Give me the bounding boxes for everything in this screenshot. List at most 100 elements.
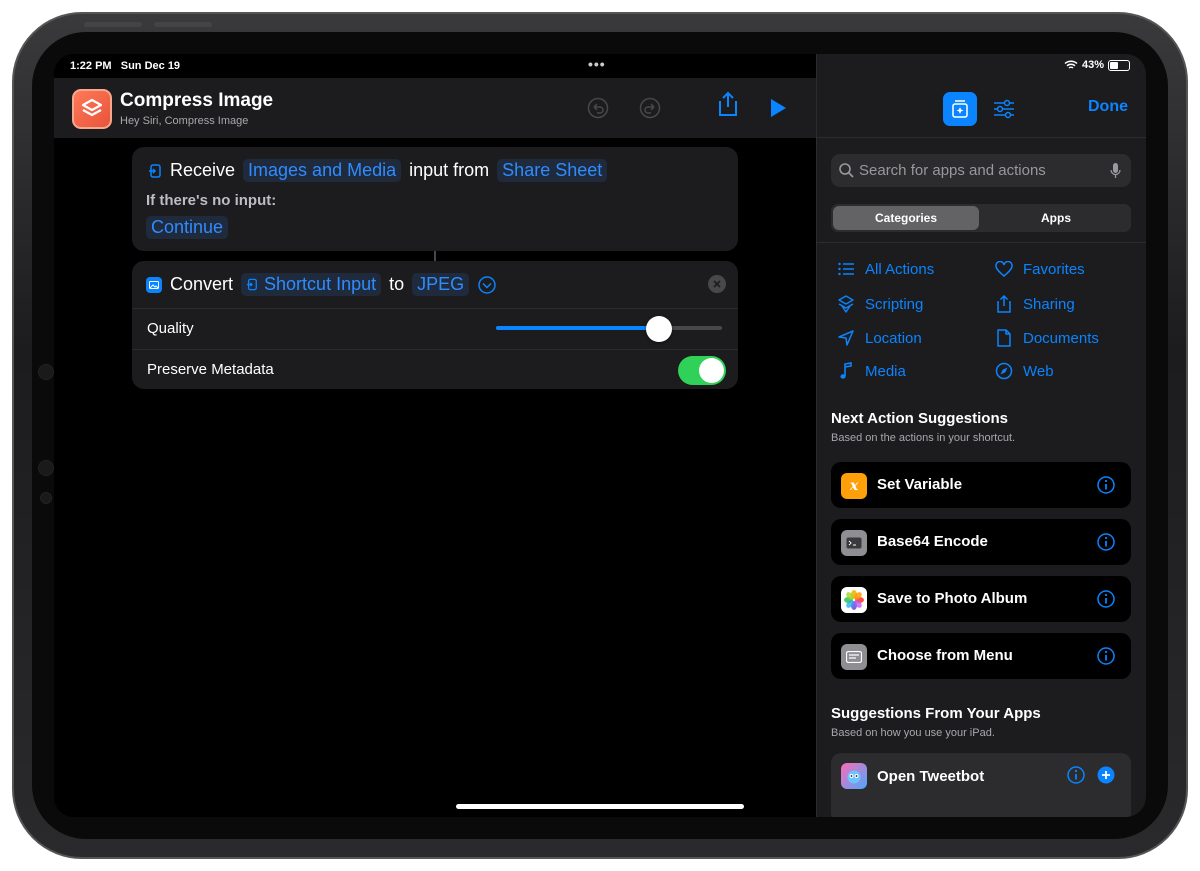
search-icon (839, 163, 854, 178)
category-label: Sharing (1023, 295, 1075, 313)
undo-icon[interactable] (586, 96, 610, 120)
input-icon (246, 278, 257, 291)
quality-slider-track[interactable] (496, 326, 722, 330)
chevron-down-circle-icon[interactable] (477, 275, 497, 295)
page-title[interactable]: Compress Image (120, 90, 273, 112)
categories-apps-segmented-control: Categories Apps (831, 204, 1131, 232)
preserve-metadata-toggle[interactable] (678, 356, 726, 385)
camera-dot (38, 364, 54, 380)
quality-label: Quality (147, 320, 194, 337)
divider (132, 349, 738, 350)
shortcuts-logo-icon (81, 98, 103, 117)
category-sharing[interactable]: Sharing (995, 295, 1075, 313)
document-icon (995, 329, 1013, 347)
input-icon (149, 163, 161, 178)
next-suggestions-subtitle: Based on the actions in your shortcut. (831, 432, 1016, 444)
suggestion-label: Choose from Menu (877, 647, 1013, 664)
home-indicator (456, 804, 744, 809)
shortcut-icon[interactable] (72, 89, 112, 129)
suggestion-base64-encode[interactable]: Base64 Encode (831, 519, 1131, 565)
share-icon (995, 295, 1013, 313)
convert-to-text: to (389, 274, 405, 294)
status-time: 1:22 PM Sun Dec 19 (70, 60, 181, 72)
photos-icon (841, 587, 867, 613)
suggestion-label: Base64 Encode (877, 533, 988, 550)
play-icon[interactable] (766, 96, 790, 120)
preserve-metadata-label: Preserve Metadata (147, 361, 274, 378)
no-input-row: Continue (146, 216, 229, 239)
convert-input-label: Shortcut Input (264, 274, 377, 294)
input-source-token[interactable]: Share Sheet (497, 159, 608, 182)
info-icon[interactable] (1097, 533, 1115, 551)
editor-toolbar: Compress Image Hey Siri, Compress Image (54, 78, 816, 138)
quality-slider-thumb[interactable] (645, 316, 672, 342)
category-all-actions[interactable]: All Actions (837, 260, 934, 278)
receive-row: Receive Images and Media input from Shar… (148, 159, 608, 182)
tab-categories[interactable]: Categories (833, 206, 979, 230)
toggle-knob (699, 358, 724, 383)
suggestion-save-to-photo-album[interactable]: Save to Photo Album (831, 576, 1131, 622)
terminal-icon (841, 530, 867, 556)
image-icon (146, 276, 162, 293)
music-note-icon (837, 362, 855, 380)
connector-line (434, 251, 436, 261)
category-documents[interactable]: Documents (995, 329, 1099, 347)
suggestion-set-variable[interactable]: x Set Variable (831, 462, 1131, 508)
info-icon[interactable] (1097, 647, 1115, 665)
screen: Compress Image Hey Siri, Compress Image … (54, 54, 1146, 817)
info-icon[interactable] (1067, 766, 1085, 784)
microphone-icon[interactable] (1110, 162, 1121, 179)
receive-middle-text: input from (409, 160, 490, 180)
receive-verb: Receive (170, 160, 236, 180)
search-field[interactable] (831, 154, 1131, 187)
actions-panel: 43% Done Categories Apps All Actions (816, 54, 1146, 817)
shortcut-editor: Compress Image Hey Siri, Compress Image … (54, 54, 816, 817)
category-label: Favorites (1023, 260, 1085, 278)
variable-icon: x (841, 473, 867, 499)
done-button[interactable]: Done (1088, 98, 1128, 116)
heart-icon (995, 260, 1013, 278)
receive-action-card[interactable]: Receive Images and Media input from Shar… (132, 147, 738, 251)
panel-header: Done (817, 78, 1146, 138)
status-bar: 1:22 PM Sun Dec 19 ••• (54, 54, 1146, 78)
suggestion-choose-from-menu[interactable]: Choose from Menu (831, 633, 1131, 679)
no-input-label: If there's no input: (146, 192, 277, 209)
multitasking-dots-icon[interactable]: ••• (588, 56, 606, 72)
redo-icon[interactable] (638, 96, 662, 120)
volume-button (154, 22, 212, 27)
info-icon[interactable] (1097, 590, 1115, 608)
input-types-token[interactable]: Images and Media (243, 159, 402, 182)
share-icon[interactable] (716, 91, 740, 116)
suggestion-label: Save to Photo Album (877, 590, 1028, 607)
list-icon (837, 260, 855, 278)
category-location[interactable]: Location (837, 329, 922, 347)
convert-input-token[interactable]: Shortcut Input (241, 273, 382, 296)
convert-verb: Convert (170, 274, 234, 294)
category-label: Documents (1023, 329, 1099, 347)
info-icon[interactable] (1097, 476, 1115, 494)
suggestion-label: Set Variable (877, 476, 963, 493)
next-suggestions-title: Next Action Suggestions (831, 410, 1008, 427)
search-input[interactable] (859, 154, 1099, 187)
settings-sliders-icon[interactable] (989, 94, 1019, 124)
category-media[interactable]: Media (837, 362, 906, 380)
action-library-icon[interactable] (943, 92, 977, 126)
category-web[interactable]: Web (995, 362, 1054, 380)
no-input-action-token[interactable]: Continue (146, 216, 229, 239)
category-label: Media (865, 362, 906, 380)
tab-apps[interactable]: Apps (983, 206, 1129, 230)
add-icon[interactable] (1097, 766, 1115, 784)
category-label: All Actions (865, 260, 935, 278)
compass-icon (995, 362, 1013, 380)
app-action-tiles (839, 808, 1025, 817)
menu-icon (841, 644, 867, 670)
tweetbot-icon (841, 763, 867, 789)
volume-button (84, 22, 142, 27)
convert-action-card[interactable]: Convert Shortcut Input to JPEG Quality P… (132, 261, 738, 389)
category-scripting[interactable]: Scripting (837, 295, 923, 313)
app-suggestions-subtitle: Based on how you use your iPad. (831, 727, 995, 739)
remove-action-icon[interactable] (708, 275, 726, 293)
format-token[interactable]: JPEG (412, 273, 470, 296)
category-favorites[interactable]: Favorites (995, 260, 1085, 278)
divider (817, 242, 1146, 243)
